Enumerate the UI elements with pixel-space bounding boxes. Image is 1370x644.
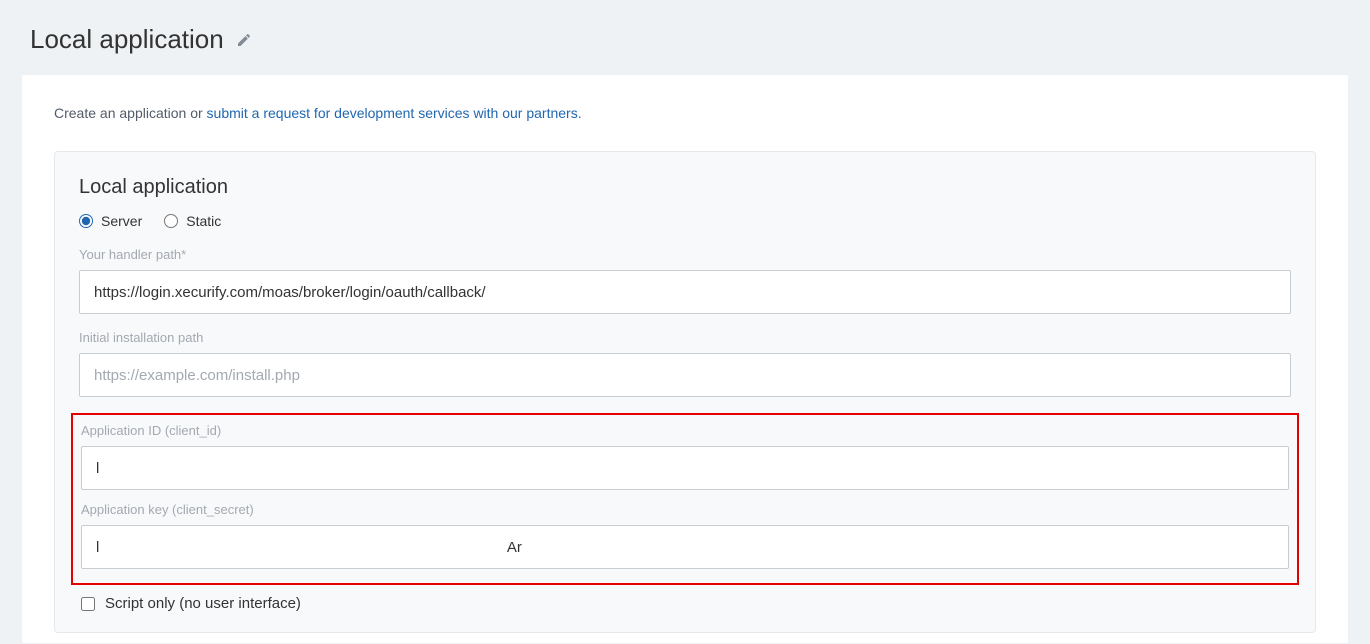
partners-link[interactable]: submit a request for development service… [207,105,582,121]
intro-prefix: Create an application or [54,105,207,121]
radio-option-static[interactable]: Static [164,213,221,229]
install-path-input[interactable] [79,353,1291,397]
page-header: Local application [0,0,1370,75]
client-id-label: Application ID (client_id) [81,423,1289,438]
client-secret-input[interactable] [81,525,1289,569]
script-only-row[interactable]: Script only (no user interface) [79,595,1291,612]
handler-path-input[interactable] [79,270,1291,314]
install-path-label: Initial installation path [79,330,1291,345]
radio-static-input[interactable] [164,214,178,228]
form-box: Local application Server Static Your han… [54,151,1316,633]
client-id-input[interactable] [81,446,1289,490]
radio-server-input[interactable] [79,214,93,228]
client-secret-label: Application key (client_secret) [81,502,1289,517]
handler-path-label: Your handler path* [79,247,1291,262]
content-panel: Create an application or submit a reques… [22,75,1348,643]
form-section-title: Local application [79,176,1291,199]
page-title: Local application [30,24,224,55]
credentials-highlight: Application ID (client_id) Application k… [71,413,1299,585]
script-only-label[interactable]: Script only (no user interface) [105,595,301,612]
edit-icon[interactable] [236,32,252,48]
intro-text: Create an application or submit a reques… [54,105,1316,121]
radio-server-label[interactable]: Server [101,213,142,229]
radio-static-label[interactable]: Static [186,213,221,229]
radio-option-server[interactable]: Server [79,213,142,229]
script-only-checkbox[interactable] [81,597,95,611]
app-type-radio-group: Server Static [79,213,1291,229]
